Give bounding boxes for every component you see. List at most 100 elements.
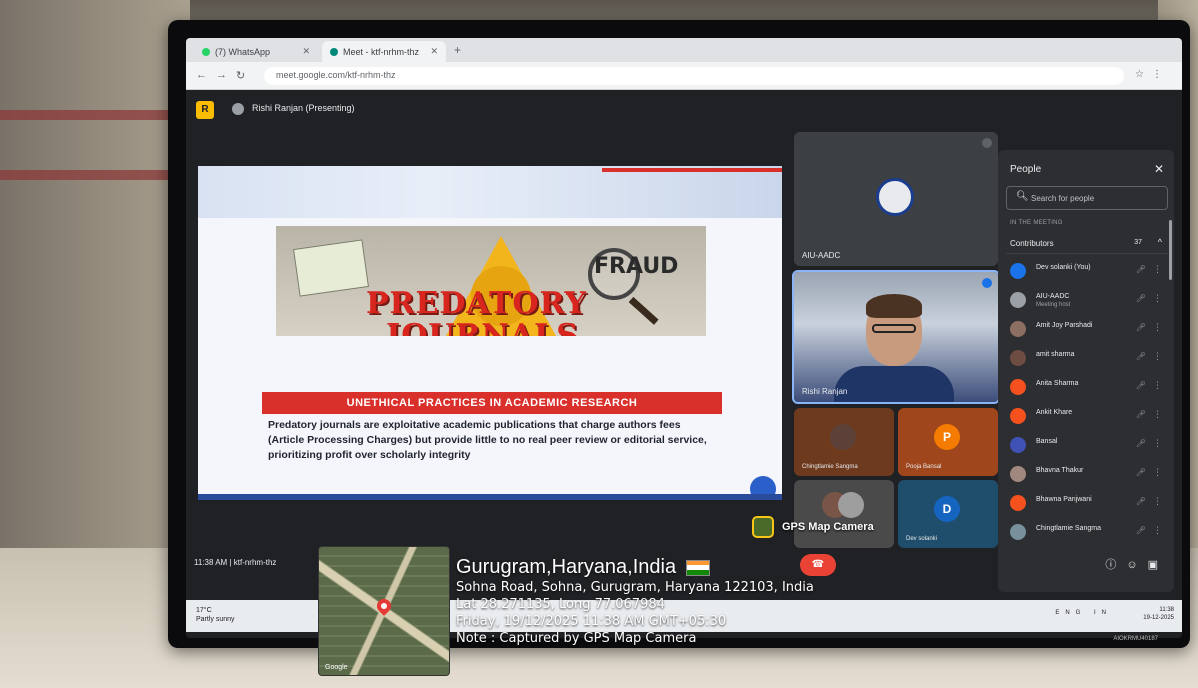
weather-widget[interactable]: 17°C Partly sunny <box>196 606 235 624</box>
new-tab-icon[interactable]: + <box>454 43 461 57</box>
meeting-time-code: 11:38 AM | ktf-nrhm-thz <box>194 558 277 567</box>
newspaper-graphic <box>293 239 369 297</box>
list-item[interactable]: amit sharma 🎤︎ ⋮ <box>1006 345 1168 374</box>
back-icon[interactable]: ← <box>196 69 207 81</box>
close-icon[interactable]: ✕ <box>430 46 438 57</box>
participant-name: Pooja Bansal <box>906 464 942 470</box>
more-icon[interactable]: ⋮ <box>1153 438 1162 449</box>
mic-off-icon: 🎤︎ <box>1135 468 1146 477</box>
tab-meet[interactable]: Meet - ktf-nrhm-thz ✕ <box>322 41 446 62</box>
contributors-label: Contributors <box>1010 239 1054 248</box>
avatar <box>830 424 856 450</box>
section-label: IN THE MEETING <box>1010 220 1063 226</box>
wall-stripe <box>0 170 190 180</box>
more-icon[interactable]: ⋮ <box>1153 293 1162 304</box>
presenter-name: Rishi Ranjan (Presenting) <box>252 103 355 113</box>
gps-address: Sohna Road, Sohna, Gurugram, Haryana 122… <box>456 580 814 595</box>
gps-city: Gurugram,Haryana,India <box>456 556 677 578</box>
avatar <box>1010 379 1026 395</box>
participant-role: Meeting host <box>1036 302 1071 308</box>
participant-tile[interactable]: Chingtlamie Sangma <box>794 408 894 476</box>
avatar <box>1010 495 1026 511</box>
tray-language[interactable]: ENG IN <box>1055 610 1112 616</box>
participant-tile[interactable]: D Dev solanki <box>898 480 998 548</box>
avatar <box>1010 437 1026 453</box>
search-icon: 🔍︎ <box>1016 191 1029 202</box>
more-icon[interactable]: ⋮ <box>1153 264 1162 275</box>
india-flag-icon <box>686 559 711 576</box>
tab-whatsapp[interactable]: (7) WhatsApp ✕ <box>194 41 318 62</box>
list-item[interactable]: Amit Joy Parshadi 🎤︎ ⋮ <box>1006 316 1168 345</box>
gps-note: Note : Captured by GPS Map Camera <box>456 631 697 646</box>
mic-off-icon: 🎤︎ <box>1135 497 1146 506</box>
gps-app-badge: GPS Map Camera <box>752 513 874 541</box>
list-item[interactable]: Anita Sharma 🎤︎ ⋮ <box>1006 374 1168 403</box>
search-input[interactable]: Search for people <box>1006 186 1168 210</box>
gps-caption: Gurugram,Haryana,India Sohna Road, Sohna… <box>456 556 886 647</box>
slide-subtitle-band: UNETHICAL PRACTICES IN ACADEMIC RESEARCH <box>262 392 722 414</box>
participant-tile-active[interactable]: Rishi Ranjan <box>792 270 1000 404</box>
slide-title-line2: JOURNALS <box>386 318 579 336</box>
list-item[interactable]: Dev solanki (You) 🎤︎ ⋮ <box>1006 258 1168 287</box>
forward-icon[interactable]: → <box>216 69 227 81</box>
gps-app-name: GPS Map Camera <box>782 521 874 533</box>
participant-tile[interactable]: AIU-AADC <box>794 132 998 266</box>
list-item[interactable]: Bansal 🎤︎ ⋮ <box>1006 432 1168 461</box>
reload-icon[interactable]: ↻ <box>236 69 245 82</box>
avatar: P <box>934 424 960 450</box>
contributors-header[interactable]: Contributors 37 ^ <box>1006 234 1168 254</box>
magnifier-handle <box>628 296 659 325</box>
mic-icon <box>982 138 992 148</box>
list-item[interactable]: Bhavna Thakur 🎤︎ ⋮ <box>1006 461 1168 490</box>
tray-clock[interactable]: 11:38 19-12-2025 <box>1143 606 1174 622</box>
mic-off-icon: 🎤︎ <box>1135 294 1146 303</box>
list-item[interactable]: Chingtlamie Sangma 🎤︎ ⋮ <box>1006 519 1168 548</box>
person-body <box>834 366 954 402</box>
gps-coordinates: Lat 28.271135, Long 77.067984 <box>456 597 665 612</box>
more-icon[interactable]: ⋮ <box>1153 525 1162 536</box>
mic-off-icon: 🎤︎ <box>1135 410 1146 419</box>
close-icon[interactable]: ✕ <box>302 46 310 57</box>
participant-tile[interactable]: P Pooja Bansal <box>898 408 998 476</box>
list-item[interactable]: Ankit Khare 🎤︎ ⋮ <box>1006 403 1168 432</box>
bookmark-star-icon[interactable]: ☆⋮ <box>1135 69 1170 80</box>
more-icon[interactable]: ⋮ <box>1153 380 1162 391</box>
whatsapp-icon <box>202 47 210 56</box>
gps-city-line: Gurugram,Haryana,India <box>456 556 886 579</box>
mic-off-icon: 🎤︎ <box>1135 323 1146 332</box>
chevron-up-icon[interactable]: ^ <box>1158 237 1162 247</box>
avatar <box>1010 263 1026 279</box>
avatar <box>1010 292 1026 308</box>
org-logo <box>876 178 914 216</box>
gps-app-icon <box>752 516 774 538</box>
slide-header-band <box>198 166 782 218</box>
map-pin-icon <box>374 596 394 616</box>
presentation-slide: PREDATORY JOURNALS FRAUD UNETHICAL PRACT… <box>198 166 782 500</box>
meeting-info-icon[interactable]: ⓘ☺▣ <box>1105 556 1168 572</box>
scrollbar[interactable] <box>1169 220 1172 280</box>
meet-icon <box>330 47 338 56</box>
more-icon[interactable]: ⋮ <box>1153 409 1162 420</box>
speaking-icon <box>982 278 992 288</box>
participant-name: Dev solanki (You) <box>1036 264 1091 271</box>
slide-corner-circle <box>750 476 776 494</box>
people-panel: People ✕ Search for people 🔍︎ IN THE MEE… <box>998 150 1174 592</box>
more-icon[interactable]: ⋮ <box>1153 322 1162 333</box>
avatar <box>232 103 244 115</box>
participant-name: AIU-AADC <box>802 251 841 260</box>
list-item[interactable]: AIU-AADC Meeting host 🎤︎ ⋮ <box>1006 287 1168 316</box>
avatar <box>1010 524 1026 540</box>
more-icon[interactable]: ⋮ <box>1153 496 1162 507</box>
meet-logo: R <box>196 101 214 119</box>
participant-name: amit sharma <box>1036 351 1075 358</box>
asset-tag: AIOKRMU40187 <box>1113 636 1158 642</box>
list-item[interactable]: Bhawna Panjwani 🎤︎ ⋮ <box>1006 490 1168 519</box>
more-icon[interactable]: ⋮ <box>1153 351 1162 362</box>
more-icon[interactable]: ⋮ <box>1153 467 1162 478</box>
mic-off-icon: 🎤︎ <box>1135 265 1146 274</box>
browser-tabbar: (7) WhatsApp ✕ Meet - ktf-nrhm-thz ✕ + <box>186 38 1182 62</box>
map-attribution: Google <box>325 664 348 671</box>
participant-name: Dev solanki <box>906 536 938 542</box>
url-field[interactable]: meet.google.com/ktf-nrhm-thz <box>264 67 1124 85</box>
close-icon[interactable]: ✕ <box>1154 162 1164 176</box>
